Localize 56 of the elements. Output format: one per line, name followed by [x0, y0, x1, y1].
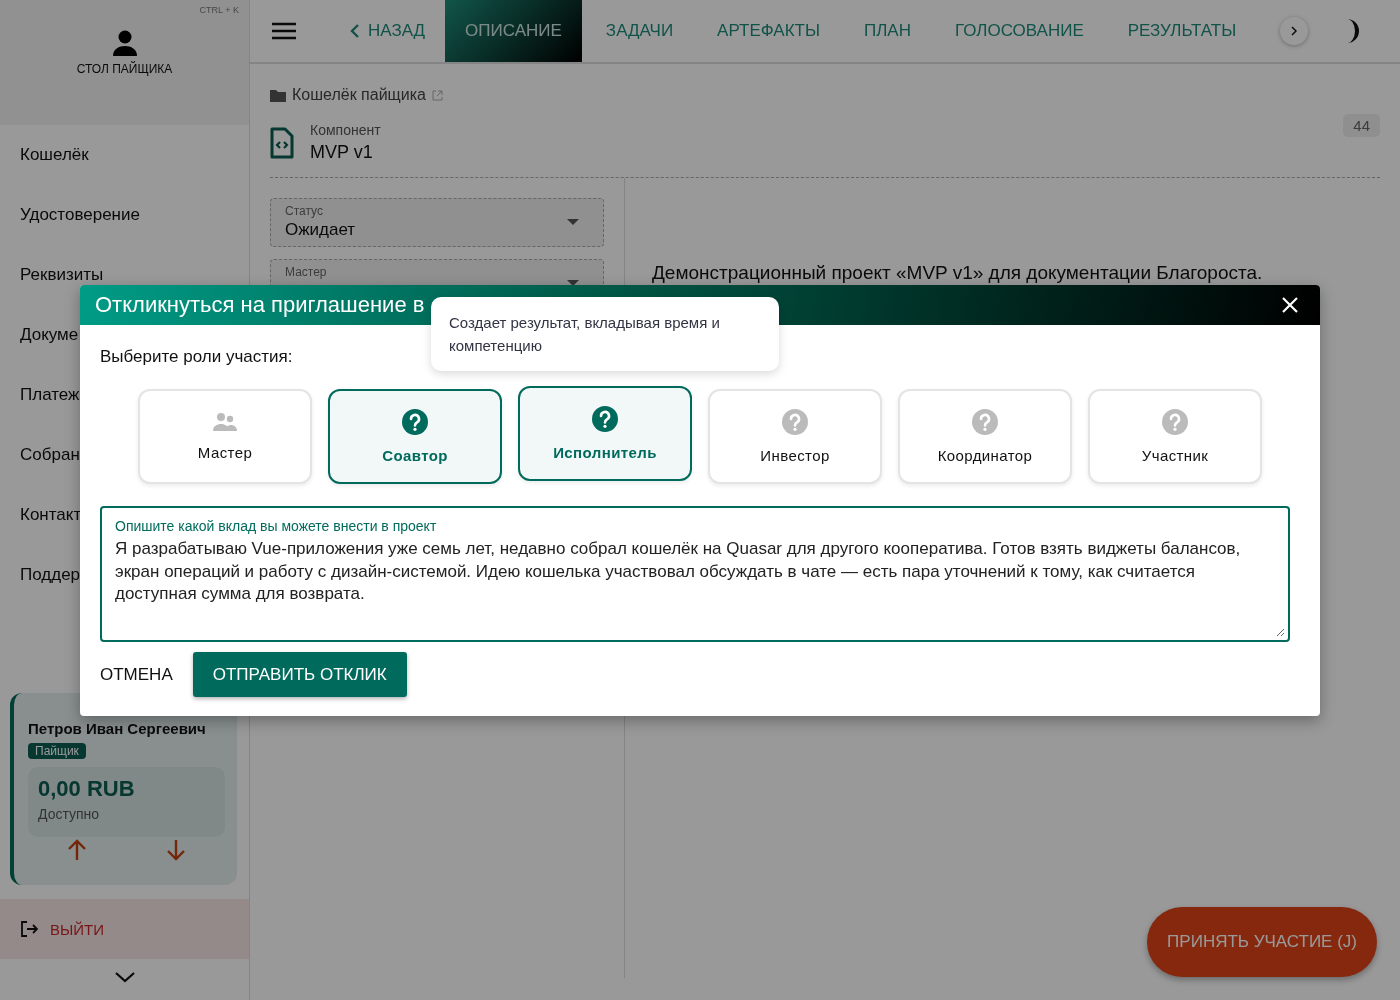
chevron-left-icon: [350, 23, 360, 39]
role-option[interactable]: Мастер: [138, 389, 312, 484]
tooltip: Создает результат, вкладывая время и компетенцию: [431, 297, 779, 371]
close-icon[interactable]: [1282, 297, 1298, 313]
balance-label: Доступно: [38, 806, 101, 822]
help-icon: [972, 409, 998, 435]
nav-tab[interactable]: ГОЛОСОВАНИЕ: [935, 0, 1104, 62]
nav-tab[interactable]: ОПИСАНИЕ: [445, 0, 582, 62]
sidebar-title: СТОЛ ПАЙЩИКА: [76, 62, 173, 76]
balance-amount: 0,00 RUB: [38, 776, 136, 802]
breadcrumb-link[interactable]: Кошелёк пайщика: [270, 86, 1380, 104]
shortcut-hint: CTRL + K: [199, 5, 239, 15]
person-icon: [112, 30, 137, 56]
roles-prompt: Выберите роли участия:: [100, 347, 293, 367]
external-link-icon: [431, 89, 443, 101]
chevron-right-icon: [1291, 26, 1298, 36]
help-icon: [402, 409, 428, 435]
select-field[interactable]: Статус Ожидает: [270, 198, 604, 247]
component-title: MVP v1: [310, 142, 374, 163]
field-text: Я разрабатываю Vue-приложения уже семь лет, недавно собрал кошелёк на Quasar для другого кооператива. Готов взять виджеты балансов, экран операций и работу с дизайн-системой. Идею кошелька участвовал обсуждать в чате — есть пара уточнений к тому, как считается доступная сумма для возврата.: [115, 538, 1242, 605]
role-option[interactable]: Инвестор: [708, 389, 882, 484]
back-button[interactable]: НАЗАД: [330, 0, 446, 62]
count-badge: 44: [1343, 114, 1380, 137]
people-icon: [212, 412, 238, 432]
chevron-down-icon[interactable]: [113, 971, 136, 983]
nav-tab[interactable]: ПЛАН: [844, 0, 931, 62]
folder-icon: [270, 88, 286, 102]
role-option[interactable]: Координатор: [898, 389, 1072, 484]
component-type: Компонент: [310, 122, 382, 138]
help-icon: [592, 406, 618, 432]
sidebar-item[interactable]: Кошелёк: [0, 125, 249, 185]
dropdown-caret-icon: [567, 219, 579, 225]
description-text: Демонстрационный проект «MVP v1» для документации Благороста.: [652, 262, 1263, 284]
submit-button[interactable]: ОТПРАВИТЬ ОТКЛИК: [192, 652, 407, 697]
role-option[interactable]: Участник: [1088, 389, 1262, 484]
account-name: Петров Иван Сергеевич: [28, 720, 207, 737]
logout-icon: [20, 920, 38, 938]
field-label: Опишите какой вклад вы можете внести в проект: [115, 518, 437, 534]
role-badge: Пайщик: [28, 743, 86, 759]
arrow-down-icon[interactable]: [165, 839, 186, 861]
nav-tab[interactable]: РЕЗУЛЬТАТЫ: [1107, 0, 1257, 62]
join-button[interactable]: ПРИНЯТЬ УЧАСТИЕ (J): [1147, 907, 1377, 977]
scroll-right-button[interactable]: [1280, 17, 1309, 45]
role-option[interactable]: Соавтор: [328, 389, 502, 484]
sidebar-item[interactable]: Удостоверение: [0, 185, 249, 245]
contribution-field[interactable]: [100, 506, 1290, 642]
arrow-up-icon[interactable]: [67, 839, 88, 861]
code-file-icon: [270, 126, 294, 159]
help-icon: [782, 409, 808, 435]
help-icon: [1162, 409, 1188, 435]
nav-tab[interactable]: АРТЕФАКТЫ: [697, 0, 840, 62]
cancel-button[interactable]: ОТМЕНА: [100, 654, 173, 695]
role-option[interactable]: Исполнитель: [518, 386, 692, 481]
nav-tab[interactable]: ЗАДАЧИ: [585, 0, 694, 62]
resize-handle-icon: [1276, 628, 1285, 637]
logout-button[interactable]: ВЫЙТИ: [0, 899, 249, 959]
